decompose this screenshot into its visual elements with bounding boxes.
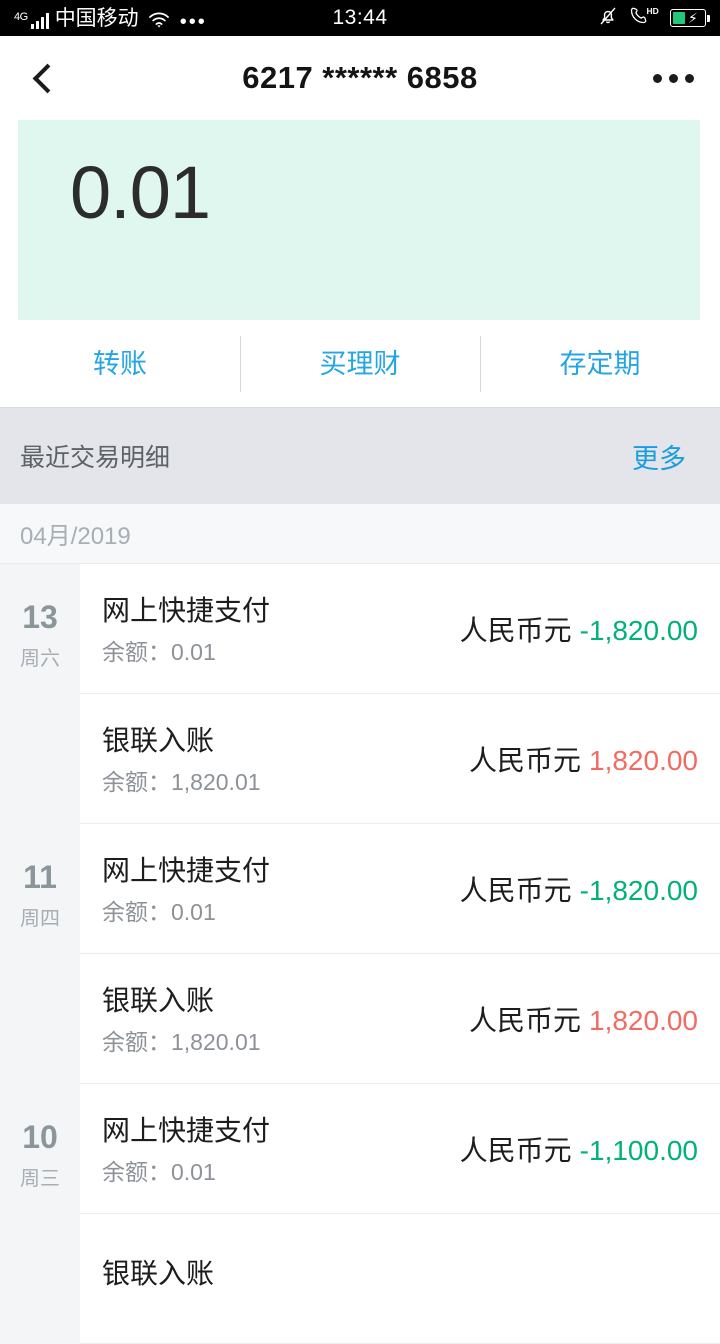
- status-bar-right: HD ⚡: [598, 5, 710, 31]
- transaction-amount-group: 人民币元 -1,820.00: [460, 609, 698, 649]
- transaction-balance: 余额：0.01: [102, 638, 216, 665]
- day-column: 13 周六: [0, 564, 80, 824]
- transactions-section-header: 最近交易明细 更多: [0, 408, 720, 504]
- transaction-info: 网上快捷支付 余额：0.01: [102, 853, 270, 925]
- transaction-currency: 人民币元: [468, 744, 581, 776]
- action-fixed-deposit-button[interactable]: 存定期: [480, 320, 720, 408]
- balance-amount: 0.01: [70, 151, 211, 234]
- transaction-amount: -1,820.00: [579, 614, 698, 646]
- day-rows: 网上快捷支付 余额：0.01 人民币元 -1,820.00 银联入账 余额：1,…: [80, 824, 720, 1084]
- transaction-info: 银联入账 余额：1,820.01: [102, 723, 261, 795]
- transaction-day-group: 13 周六 网上快捷支付 余额：0.01 人民币元 -1,820.00 银联入账…: [0, 564, 720, 824]
- bell-muted-icon: [598, 5, 618, 31]
- day-weekday: 周四: [20, 908, 60, 930]
- transaction-info: 银联入账: [102, 1256, 214, 1302]
- app-header: 6217 ****** 6858: [0, 36, 720, 120]
- status-bar-left: 4G 中国移动 •••: [14, 6, 207, 33]
- svg-text:HD: HD: [647, 6, 659, 16]
- status-bar: 4G 中国移动 ••• 13:44 HD ⚡: [0, 0, 720, 36]
- quick-actions-bar: 转账 买理财 存定期: [0, 320, 720, 408]
- transaction-amount: 1,820.00: [589, 744, 698, 776]
- network-type-label: 4G: [14, 10, 28, 23]
- transaction-currency: 人民币元: [468, 1004, 581, 1036]
- table-row[interactable]: 银联入账 余额：1,820.01 人民币元 1,820.00: [80, 954, 720, 1084]
- transaction-info: 银联入账 余额：1,820.01: [102, 983, 261, 1055]
- transaction-amount-group: 人民币元 -1,100.00: [460, 1129, 698, 1169]
- transaction-day-group: 11 周四 网上快捷支付 余额：0.01 人民币元 -1,820.00 银联入账…: [0, 824, 720, 1084]
- day-column: 11 周四: [0, 824, 80, 1084]
- transaction-amount: 1,820.00: [589, 1004, 698, 1036]
- transaction-title: 银联入账: [102, 1257, 215, 1289]
- balance-card-container: 0.01: [0, 120, 720, 320]
- transaction-info: 网上快捷支付 余额：0.01: [102, 1113, 270, 1185]
- table-row[interactable]: 网上快捷支付 余额：0.01 人民币元 -1,820.00: [80, 564, 720, 694]
- page-title: 6217 ****** 6858: [242, 60, 478, 95]
- day-number: 13: [22, 599, 58, 635]
- transaction-amount: -1,100.00: [579, 1134, 698, 1166]
- day-weekday: 周六: [20, 648, 60, 670]
- day-number: 11: [23, 859, 57, 895]
- wifi-icon: [148, 11, 170, 29]
- signal-strength-icon: [30, 12, 49, 29]
- transaction-balance: 余额：1,820.01: [102, 1028, 261, 1055]
- carrier-label: 中国移动: [54, 6, 139, 30]
- transaction-title: 网上快捷支付: [102, 1114, 271, 1146]
- transaction-amount-group: 人民币元 1,820.00: [469, 739, 698, 779]
- battery-charging-icon: ⚡: [670, 9, 710, 27]
- transaction-list: 13 周六 网上快捷支付 余额：0.01 人民币元 -1,820.00 银联入账…: [0, 564, 720, 1344]
- table-row[interactable]: 银联入账: [80, 1214, 720, 1344]
- action-buy-wealth-button[interactable]: 买理财: [240, 320, 480, 408]
- month-header: 04月/2019: [0, 504, 720, 564]
- transaction-balance: 余额：0.01: [102, 1158, 216, 1185]
- section-title: 最近交易明细: [20, 444, 171, 472]
- transaction-title: 网上快捷支付: [102, 594, 271, 626]
- transaction-amount: -1,820.00: [579, 874, 698, 906]
- table-row[interactable]: 网上快捷支付 余额：0.01 人民币元 -1,820.00: [80, 824, 720, 954]
- action-transfer-button[interactable]: 转账: [0, 320, 240, 408]
- more-options-icon[interactable]: [653, 73, 694, 83]
- table-row[interactable]: 银联入账 余额：1,820.01 人民币元 1,820.00: [80, 694, 720, 824]
- day-column: 10 周三: [0, 1084, 80, 1344]
- status-ellipsis-icon: •••: [179, 10, 207, 33]
- transaction-title: 银联入账: [102, 984, 215, 1016]
- day-weekday: 周三: [20, 1168, 60, 1190]
- balance-card[interactable]: 0.01: [18, 120, 700, 320]
- transaction-currency: 人民币元: [459, 1134, 572, 1166]
- table-row[interactable]: 网上快捷支付 余额：0.01 人民币元 -1,100.00: [80, 1084, 720, 1214]
- transaction-day-group: 10 周三 网上快捷支付 余额：0.01 人民币元 -1,100.00 银联入账: [0, 1084, 720, 1344]
- day-rows: 网上快捷支付 余额：0.01 人民币元 -1,100.00 银联入账: [80, 1084, 720, 1344]
- transaction-amount-group: 人民币元 -1,820.00: [460, 869, 698, 909]
- hd-call-icon: HD: [629, 6, 659, 31]
- day-rows: 网上快捷支付 余额：0.01 人民币元 -1,820.00 银联入账 余额：1,…: [80, 564, 720, 824]
- transaction-balance: 余额：0.01: [102, 898, 216, 925]
- transaction-currency: 人民币元: [459, 614, 572, 646]
- transaction-title: 银联入账: [102, 724, 215, 756]
- day-number: 10: [22, 1119, 58, 1155]
- transaction-currency: 人民币元: [459, 874, 572, 906]
- transaction-info: 网上快捷支付 余额：0.01: [102, 593, 270, 665]
- transaction-title: 网上快捷支付: [102, 854, 271, 886]
- transaction-amount-group: 人民币元 1,820.00: [469, 999, 698, 1039]
- section-more-link[interactable]: 更多: [632, 437, 686, 476]
- transaction-balance: 余额：1,820.01: [102, 768, 261, 795]
